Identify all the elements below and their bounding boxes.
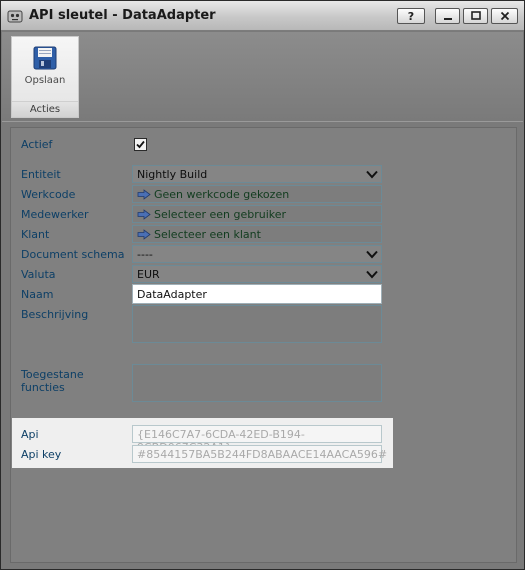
api-label: Api [21, 428, 39, 441]
chevron-down-icon [366, 170, 378, 179]
actief-label: Actief [21, 138, 53, 151]
document-schema-label: Document schema [21, 248, 125, 261]
entiteit-label: Entiteit [21, 168, 61, 181]
api-key-value: #8544157BA5B244FD8ABAACE14AACA596# [137, 448, 388, 461]
document-schema-select[interactable]: ---- [132, 245, 382, 263]
check-icon [136, 140, 145, 149]
maximize-button[interactable] [463, 8, 488, 24]
valuta-value: EUR [137, 268, 160, 281]
save-button[interactable]: Opslaan [12, 37, 78, 101]
actions-group-label: Acties [12, 101, 78, 117]
minimize-button[interactable] [435, 8, 460, 24]
window-title: API sleutel - DataAdapter [29, 8, 216, 23]
toegestane-functies-label-line2: functies [21, 381, 65, 394]
actief-checkbox[interactable] [134, 138, 147, 151]
arrow-right-icon [137, 189, 151, 200]
klant-lookup[interactable]: Selecteer een klant [132, 225, 382, 243]
valuta-label: Valuta [21, 268, 56, 281]
ribbon-bar: Opslaan Acties [2, 32, 523, 122]
naam-value: DataAdapter [137, 288, 207, 301]
entiteit-value: Nightly Build [137, 168, 208, 181]
help-button[interactable]: ? [397, 8, 425, 24]
floppy-disk-icon [33, 46, 57, 70]
api-key-field[interactable]: #8544157BA5B244FD8ABAACE14AACA596# [132, 445, 387, 463]
medewerker-label: Medewerker [21, 208, 89, 221]
werkcode-lookup[interactable]: Geen werkcode gekozen [132, 185, 382, 203]
beschrijving-label: Beschrijving [21, 308, 89, 321]
app-icon [7, 10, 23, 23]
toegestane-functies-textarea[interactable] [132, 364, 382, 402]
actions-group: Opslaan Acties [11, 36, 79, 118]
chevron-down-icon [366, 270, 378, 279]
entiteit-select[interactable]: Nightly Build [132, 165, 382, 183]
close-icon [500, 11, 509, 21]
klant-label: Klant [21, 228, 50, 241]
dialog-window: API sleutel - DataAdapter ? Opslaan Acti… [0, 0, 525, 570]
maximize-icon [470, 11, 481, 20]
api-field[interactable]: {E146C7A7-6CDA-42ED-B194-9CBD067C32A1} [132, 425, 382, 454]
medewerker-lookup[interactable]: Selecteer een gebruiker [132, 205, 382, 223]
arrow-right-icon [137, 209, 151, 220]
klant-value: Selecteer een klant [154, 228, 261, 241]
naam-label: Naam [21, 288, 54, 301]
arrow-right-icon [137, 229, 151, 240]
toegestane-functies-label-line1: Toegestane [21, 368, 84, 381]
beschrijving-textarea[interactable] [132, 305, 382, 343]
document-schema-value: ---- [137, 248, 153, 261]
valuta-select[interactable]: EUR [132, 265, 382, 283]
werkcode-label: Werkcode [21, 188, 76, 201]
chevron-down-icon [366, 250, 378, 259]
werkcode-value: Geen werkcode gekozen [154, 188, 290, 201]
naam-input[interactable]: DataAdapter [132, 284, 382, 304]
title-bar[interactable]: API sleutel - DataAdapter ? [1, 1, 524, 31]
close-button[interactable] [491, 8, 518, 24]
medewerker-value: Selecteer een gebruiker [154, 208, 287, 221]
api-key-label: Api key [21, 448, 62, 461]
save-button-label: Opslaan [24, 75, 66, 86]
minimize-icon [443, 18, 452, 20]
